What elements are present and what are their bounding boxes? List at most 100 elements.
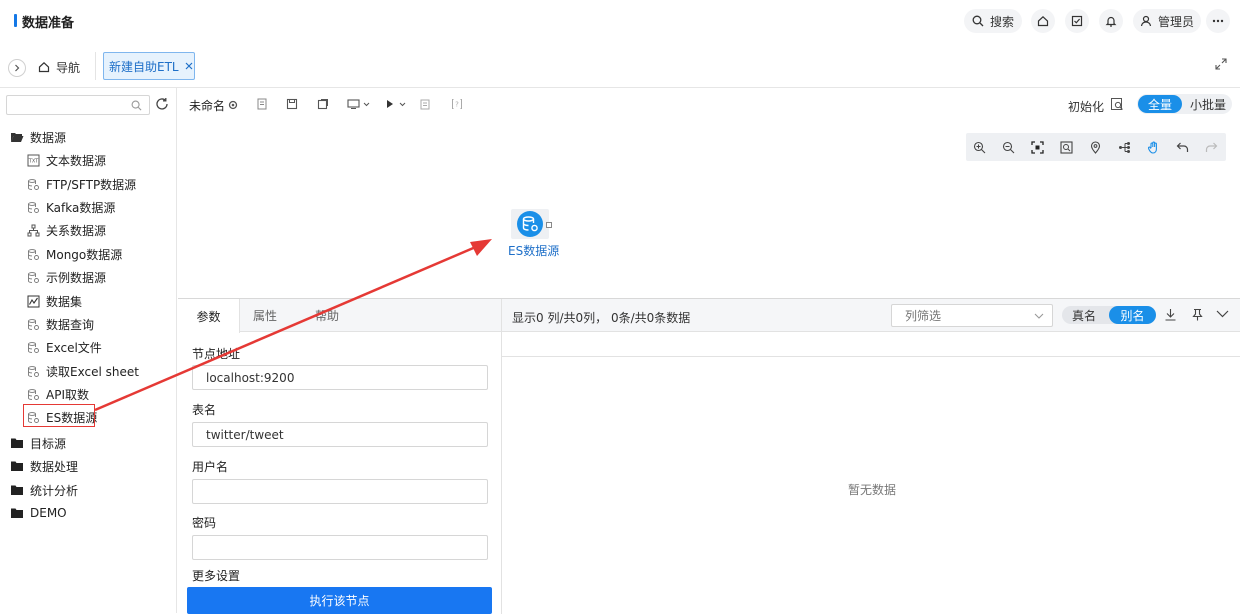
real-name-button[interactable]: 真名 [1062,306,1106,324]
bell-icon [1105,15,1117,27]
tree-item[interactable]: 目标源 [10,433,66,453]
tree-item[interactable]: 读取Excel sheet [26,361,139,381]
tree-item-label: 统计分析 [30,483,79,498]
username-input[interactable] [193,480,487,503]
text-file-icon: TXT [26,153,40,167]
run-node-button[interactable]: 执行该节点 [187,587,492,614]
init-icon[interactable] [1110,97,1124,111]
canvas-toolbar: 未命名 ? 初始化 [178,88,1240,120]
tab-label: 新建自助ETL [109,59,179,74]
run-dropdown[interactable] [383,97,411,111]
refresh-button[interactable] [155,97,169,111]
datasource-icon [26,340,40,354]
tab-params[interactable]: 参数 [178,299,240,333]
init-label[interactable]: 初始化 [1068,98,1104,115]
schedule-icon[interactable] [418,97,432,111]
mode-switch[interactable]: 全量 小批量 [1137,94,1232,114]
user-icon [1140,15,1152,27]
tree-item[interactable]: TXT 文本数据源 [26,150,106,170]
bottom-panel: 参数 属性 帮助 节点地址 表名 用户名 密码 更多设置 执行该节点 显示0 列… [178,298,1240,614]
redo-icon[interactable] [1203,139,1219,155]
hand-pan-icon[interactable] [1145,139,1161,155]
brand-accent-bar [14,14,17,27]
tree-item[interactable]: 统计分析 [10,480,78,500]
actual-size-icon[interactable] [1058,139,1074,155]
node-address-input[interactable] [193,366,487,389]
search-icon [131,100,142,111]
tree-item-label: 关系数据源 [46,223,107,238]
search-icon [972,15,984,27]
tree-item[interactable]: 数据源 [10,127,66,147]
tab-properties[interactable]: 属性 [234,299,296,332]
tree-item[interactable]: FTP/SFTP数据源 [26,174,136,194]
node-address-label: 节点地址 [192,347,241,361]
checklist-icon [1071,15,1083,27]
tab-new-etl[interactable]: 新建自助ETL [103,52,195,80]
more-button[interactable] [1206,9,1230,33]
tree-item[interactable]: 数据查询 [26,314,94,334]
collapse-chevron-icon[interactable] [1216,310,1229,318]
fit-view-icon[interactable] [1029,139,1045,155]
node-address-field[interactable] [192,365,488,390]
tree-item-label: 目标源 [30,436,67,451]
tree-item-label: 文本数据源 [46,153,107,168]
es-datasource-node[interactable] [511,209,552,239]
flow-name[interactable]: 未命名 [189,97,225,114]
pin-icon[interactable] [1191,308,1204,321]
preview-dropdown[interactable] [346,97,374,111]
name-mode-switch[interactable]: 真名 别名 [1062,306,1156,324]
expand-sidebar-button[interactable] [8,59,26,77]
node-params-panel: 参数 属性 帮助 节点地址 表名 用户名 密码 更多设置 执行该节点 [178,299,502,614]
more-settings-label[interactable]: 更多设置 [192,567,240,584]
download-icon[interactable] [1164,308,1177,321]
tree-item[interactable]: Mongo数据源 [26,244,122,264]
password-field[interactable] [192,535,488,560]
zoom-out-icon[interactable] [1000,139,1016,155]
es-node-label: ES数据源 [508,244,560,258]
table-name-field[interactable] [192,422,488,447]
search-button[interactable]: 搜索 [964,9,1022,33]
alias-button[interactable]: 别名 [1109,306,1156,324]
tree-item[interactable]: 关系数据源 [26,220,106,240]
tab-navigation[interactable]: 导航 [38,56,80,78]
app-header: 数据准备 搜索 管理员 [0,0,1240,42]
home-button[interactable] [1031,9,1055,33]
save-as-icon[interactable] [316,97,330,111]
flow-settings-icon[interactable] [226,98,240,112]
tree-search-input[interactable] [11,98,127,112]
layout-tree-icon[interactable] [1116,139,1132,155]
tree-item[interactable]: API取数 [26,384,89,404]
folder-open-icon [10,130,24,144]
tree-search-box[interactable] [6,95,150,115]
tab-help[interactable]: 帮助 [296,299,358,332]
tree-item[interactable]: Kafka数据源 [26,197,115,217]
fullscreen-button[interactable] [1215,58,1227,70]
column-filter-input[interactable] [905,308,1025,324]
column-filter-select[interactable] [891,304,1053,327]
tree-item[interactable]: 示例数据源 [26,267,106,287]
help-icon[interactable]: ? [450,97,464,111]
close-icon[interactable] [185,62,193,70]
open-icon[interactable] [255,97,269,111]
empty-state-text: 暂无数据 [848,483,897,497]
tree-item[interactable]: Excel文件 [26,337,102,357]
mode-full-button[interactable]: 全量 [1138,95,1182,113]
zoom-in-icon[interactable] [971,139,987,155]
tree-item[interactable]: 数据处理 [10,456,78,476]
table-name-input[interactable] [193,423,487,446]
password-input[interactable] [193,536,487,559]
tree-item-label: 数据集 [46,294,83,309]
notifications-button[interactable] [1099,9,1123,33]
tasks-button[interactable] [1065,9,1089,33]
undo-icon[interactable] [1174,139,1190,155]
save-icon[interactable] [285,97,299,111]
node-output-port[interactable] [546,222,552,228]
home-icon [1037,15,1049,27]
mode-batch-button[interactable]: 小批量 [1185,95,1231,113]
username-field[interactable] [192,479,488,504]
tree-item[interactable]: 数据集 [26,291,82,311]
locate-icon[interactable] [1087,139,1103,155]
tree-item-label: 读取Excel sheet [46,364,139,379]
tree-item[interactable]: DEMO [10,503,67,523]
user-menu[interactable]: 管理员 [1133,9,1201,33]
